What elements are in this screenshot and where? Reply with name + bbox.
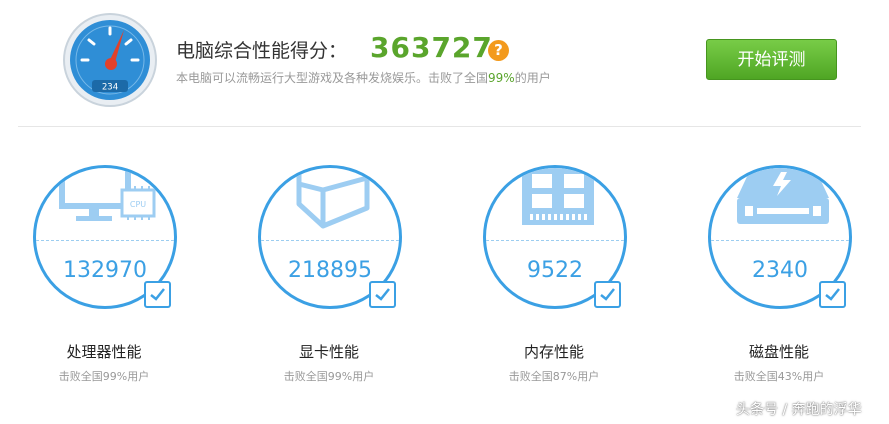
cpu-label: 处理器性能: [66, 343, 142, 361]
circle-divider: [486, 240, 624, 241]
memory-label: 内存性能: [523, 343, 584, 361]
memory-score: 9522: [527, 258, 583, 283]
divider: [18, 126, 861, 127]
disk-label: 磁盘性能: [748, 343, 809, 361]
circle-divider: [711, 240, 849, 241]
memory-rank: 击败全国87%用户: [508, 370, 600, 383]
gauge-readout: 234: [102, 83, 118, 93]
cpu-monitor-icon: CPU: [36, 168, 174, 240]
gpu-score: 218895: [288, 258, 372, 283]
help-icon[interactable]: ?: [488, 40, 509, 61]
speed-gauge-icon: 234: [62, 12, 158, 108]
score-title: 电脑综合性能得分：: [176, 40, 348, 62]
disk-rank: 击败全国43%用户: [733, 370, 825, 383]
cpu-rank: 击败全国99%用户: [58, 370, 150, 383]
check-icon: [144, 281, 171, 308]
check-icon: [369, 281, 396, 308]
circle-divider: [261, 240, 399, 241]
start-benchmark-button[interactable]: 开始评测: [706, 39, 837, 80]
gpu-label: 显卡性能: [298, 343, 359, 361]
cpu-card: CPU 132970 处理器性能 击败全国99%用户: [24, 165, 184, 395]
cpu-score: 132970: [63, 258, 147, 283]
memory-card: 9522 内存性能 击败全国87%用户: [474, 165, 634, 395]
check-icon: [594, 281, 621, 308]
cpu-chip-label: CPU: [130, 200, 146, 209]
watermark: 头条号 / 奔跑的浮华: [736, 402, 862, 418]
gpu-cube-icon: [261, 168, 399, 240]
memory-chip-icon: [486, 168, 624, 240]
total-score: 363727: [370, 31, 493, 64]
score-subtitle: 本电脑可以流畅运行大型游戏及各种发烧娱乐。击败了全国99%的用户: [176, 69, 551, 86]
disk-score: 2340: [752, 258, 808, 283]
gpu-card: 218895 显卡性能 击败全国99%用户: [249, 165, 409, 395]
subtitle-suffix: 的用户: [514, 71, 551, 85]
disk-card: 2340 磁盘性能 击败全国43%用户: [699, 165, 859, 395]
subtitle-prefix: 本电脑可以流畅运行大型游戏及各种发烧娱乐。击败了全国: [176, 71, 489, 85]
subtitle-percent: 99%: [488, 71, 515, 85]
circle-divider: [36, 240, 174, 241]
gpu-rank: 击败全国99%用户: [283, 370, 375, 383]
check-icon: [819, 281, 846, 308]
disk-drive-icon: [711, 168, 849, 240]
